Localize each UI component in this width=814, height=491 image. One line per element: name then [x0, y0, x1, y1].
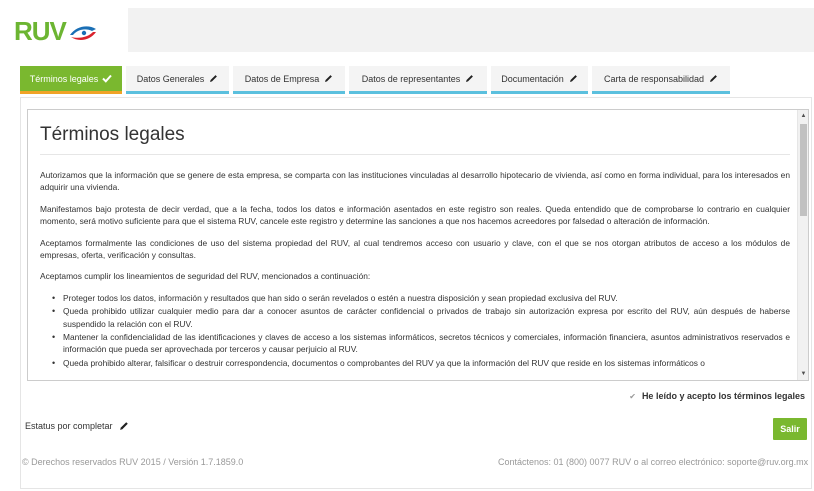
pencil-icon — [466, 75, 474, 82]
pencil-icon — [119, 422, 128, 430]
terms-content: Términos legales Autorizamos que la info… — [40, 122, 790, 370]
house-logo-icon — [69, 26, 96, 40]
status-label: Estatus por completar — [25, 421, 113, 431]
tab-carta-de-responsabilidad[interactable]: Carta de responsabilidad — [592, 66, 730, 94]
pencil-icon — [210, 75, 218, 82]
terms-scroll-area[interactable]: Términos legales Autorizamos que la info… — [27, 109, 809, 381]
footer-copyright: © Derechos reservados RUV 2015 / Versión… — [22, 457, 244, 467]
list-item: Proteger todos los datos, información y … — [50, 292, 790, 305]
terms-panel: Términos legales Autorizamos que la info… — [20, 97, 812, 489]
terms-paragraph: Manifestamos bajo protesta de decir verd… — [40, 203, 790, 227]
checkmark-icon: ✔ — [629, 391, 636, 401]
registration-tabs: Términos legales Datos Generales Datos d… — [20, 66, 734, 94]
accept-terms-checkbox[interactable]: ✔ He leído y acepto los términos legales — [629, 391, 805, 401]
tab-terminos-legales[interactable]: Términos legales — [20, 66, 122, 94]
scrollbar-thumb[interactable] — [800, 124, 807, 216]
tab-label: Datos de representantes — [361, 73, 461, 84]
tab-label: Términos legales — [29, 73, 99, 84]
list-item: Mantener la confidencialidad de las iden… — [50, 331, 790, 356]
ruv-logo[interactable]: RUV — [14, 16, 98, 46]
scroll-up-arrow-icon[interactable]: ▲ — [798, 110, 808, 122]
tab-label: Documentación — [501, 73, 564, 84]
list-item: Queda prohibido alterar, falsificar o de… — [50, 357, 790, 370]
scroll-down-arrow-icon[interactable]: ▼ — [798, 368, 808, 380]
footer-contact: Contáctenos: 01 (800) 0077 RUV o al corr… — [498, 457, 809, 467]
page-header: RUV — [0, 0, 814, 56]
logo-text: RUV — [14, 16, 67, 46]
status-indicator: Estatus por completar — [25, 421, 129, 431]
exit-button[interactable]: Salir — [773, 418, 807, 440]
security-guidelines-list: Proteger todos los datos, información y … — [50, 292, 790, 370]
terms-paragraph: Autorizamos que la información que se ge… — [40, 170, 790, 193]
terms-title: Términos legales — [40, 122, 790, 155]
tab-datos-de-empresa[interactable]: Datos de Empresa — [233, 66, 345, 94]
tab-datos-de-representantes[interactable]: Datos de representantes — [349, 66, 487, 94]
tab-documentacion[interactable]: Documentación — [491, 66, 588, 94]
header-bar — [128, 8, 814, 52]
terms-paragraph: Aceptamos cumplir los lineamientos de se… — [40, 271, 371, 282]
list-item: Queda prohibido utilizar cualquier medio… — [50, 305, 790, 330]
tab-label: Datos Generales — [136, 73, 205, 84]
tab-datos-generales[interactable]: Datos Generales — [126, 66, 229, 94]
check-icon — [102, 74, 113, 83]
terms-paragraph: Aceptamos formalmente las condiciones de… — [40, 237, 790, 261]
tab-label: Datos de Empresa — [244, 73, 320, 84]
tab-label: Carta de responsabilidad — [603, 73, 705, 84]
pencil-icon — [325, 75, 333, 82]
vertical-scrollbar[interactable]: ▲ ▼ — [797, 110, 808, 380]
accept-terms-label: He leído y acepto los términos legales — [641, 391, 805, 401]
pencil-icon — [710, 75, 717, 82]
pencil-icon — [569, 75, 577, 82]
